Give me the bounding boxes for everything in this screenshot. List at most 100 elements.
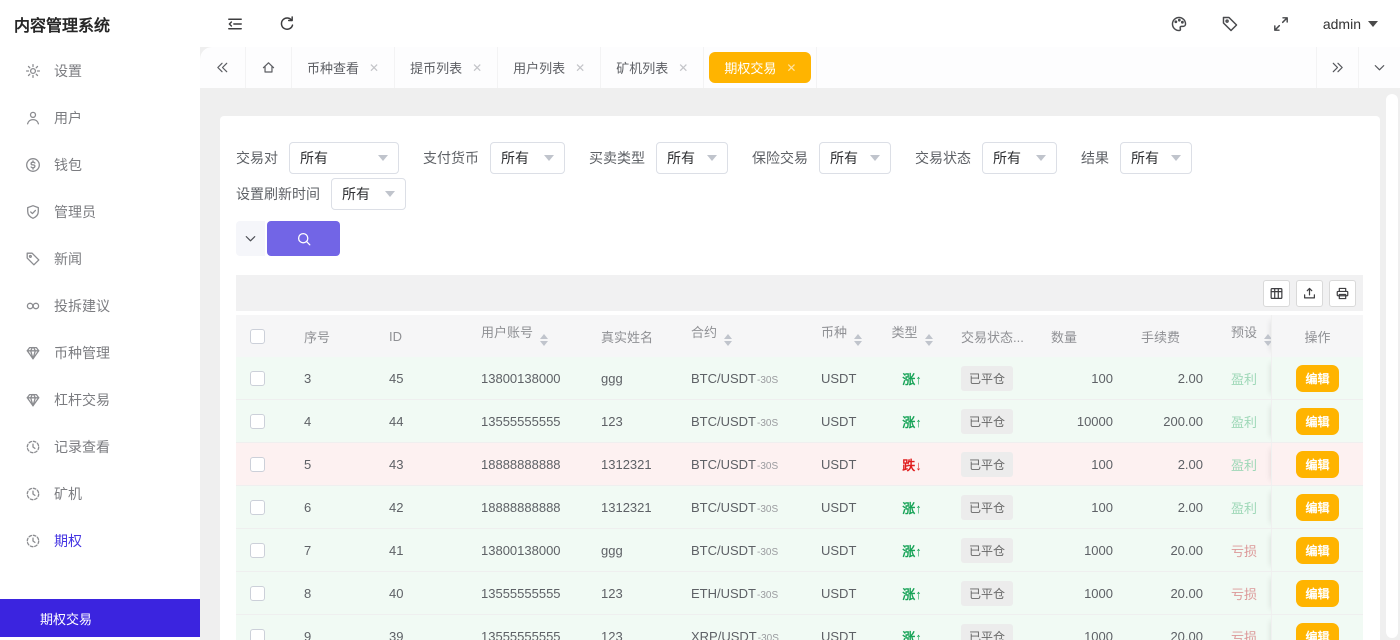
row-checkbox[interactable] <box>250 629 265 640</box>
tab[interactable]: 提币列表 ✕ <box>395 47 499 88</box>
sidebar-item[interactable]: 矿机 <box>0 470 200 517</box>
filter-group: 设置刷新时间 所有 <box>236 178 406 210</box>
type-cell: 涨↑ <box>877 529 947 572</box>
filter-group: 交易状态 所有 <box>915 142 1057 174</box>
sidebar-item[interactable]: 钱包 <box>0 141 200 188</box>
account-cell: 13555555555 <box>467 615 587 640</box>
row-checkbox[interactable] <box>250 457 265 473</box>
columns-button[interactable] <box>1263 279 1290 307</box>
tab[interactable]: 矿机列表 ✕ <box>601 47 705 88</box>
column-header[interactable]: 类型 <box>877 315 947 357</box>
filter-select[interactable]: 所有 <box>819 142 891 174</box>
history-icon <box>25 439 41 455</box>
preset-value: 盈利 <box>1231 500 1258 516</box>
close-icon[interactable]: ✕ <box>575 62 585 74</box>
column-header[interactable]: 币种 <box>807 315 877 357</box>
column-header[interactable]: 预设 <box>1217 315 1271 357</box>
column-header[interactable]: 合约 <box>677 315 807 357</box>
sidebar-item[interactable]: 管理员 <box>0 188 200 235</box>
edit-button[interactable]: 编辑 <box>1296 536 1339 564</box>
collapse-filters-button[interactable] <box>236 221 265 256</box>
print-button[interactable] <box>1329 279 1356 307</box>
row-checkbox[interactable] <box>250 371 265 387</box>
column-header-label: 手续费 <box>1141 329 1181 345</box>
close-icon[interactable]: ✕ <box>678 62 688 74</box>
close-icon[interactable]: ✕ <box>786 62 796 74</box>
select-all-checkbox[interactable] <box>250 329 265 345</box>
filter-select[interactable]: 所有 <box>331 178 406 210</box>
contract-pair: XRP/USDT <box>691 628 757 640</box>
type-cell: 涨↑ <box>877 400 947 443</box>
filter-select[interactable]: 所有 <box>656 142 728 174</box>
edit-button[interactable]: 编辑 <box>1296 493 1339 521</box>
tabs-dropdown-button[interactable] <box>1358 47 1400 88</box>
fee-cell: 2.00 <box>1127 357 1217 400</box>
preset-value: 盈利 <box>1231 414 1258 430</box>
filter-select-value: 所有 <box>1131 150 1159 166</box>
close-icon[interactable]: ✕ <box>369 62 379 74</box>
row-select-cell <box>236 486 290 529</box>
edit-button[interactable]: 编辑 <box>1296 364 1339 392</box>
filter-select[interactable]: 所有 <box>982 142 1057 174</box>
column-header: 数量 <box>1037 315 1127 357</box>
contract-pair: BTC/USDT <box>691 456 756 472</box>
seq-cell: 7 <box>290 529 375 572</box>
filter-select[interactable]: 所有 <box>289 142 399 174</box>
user-menu[interactable]: admin <box>1323 16 1378 32</box>
tag-icon[interactable] <box>1221 15 1239 33</box>
filter-select[interactable]: 所有 <box>490 142 565 174</box>
sidebar-item[interactable]: 币种管理 <box>0 329 200 376</box>
sidebar-item[interactable]: 新闻 <box>0 235 200 282</box>
tabs-scroll-right-button[interactable] <box>1316 47 1358 88</box>
sidebar-item[interactable]: 期权 <box>0 517 200 564</box>
edit-button[interactable]: 编辑 <box>1296 450 1339 478</box>
sort-icon[interactable] <box>724 330 733 350</box>
menu-fold-icon[interactable] <box>226 15 244 33</box>
sidebar-item[interactable]: 杠杆交易 <box>0 376 200 423</box>
export-button[interactable] <box>1296 279 1323 307</box>
select-all-header-cell <box>236 315 290 357</box>
refresh-icon[interactable] <box>278 15 296 33</box>
filter-select[interactable]: 所有 <box>1120 142 1192 174</box>
row-checkbox[interactable] <box>250 543 265 559</box>
row-checkbox[interactable] <box>250 586 265 602</box>
data-table-wrap: 序号 ID 用户账号 真实姓名 合约 币种 类型 交易状态... 数量 手续费 预设 操作 3 45 13… <box>236 315 1363 640</box>
sort-icon[interactable] <box>540 330 549 350</box>
sidebar-item[interactable]: 投拆建议 <box>0 282 200 329</box>
tabs-scroll-left-button[interactable] <box>200 47 246 88</box>
status-badge: 已平仓 <box>961 623 1014 640</box>
tab-pill[interactable]: 期权交易 ✕ <box>709 52 812 83</box>
tab[interactable]: 用户列表 ✕ <box>498 47 602 88</box>
sort-icon[interactable] <box>854 330 863 350</box>
vertical-scrollbar[interactable] <box>1386 94 1398 638</box>
tab-label: 币种查看 <box>307 61 360 76</box>
close-icon[interactable]: ✕ <box>472 62 482 74</box>
search-button[interactable] <box>267 221 340 256</box>
status-cell: 已平仓 <box>947 443 1037 486</box>
column-header[interactable]: 用户账号 <box>467 315 587 357</box>
tab-active[interactable]: 期权交易 ✕ <box>704 47 818 88</box>
row-checkbox[interactable] <box>250 500 265 516</box>
row-checkbox[interactable] <box>250 414 265 430</box>
sort-icon[interactable] <box>1264 330 1271 350</box>
fullscreen-icon[interactable] <box>1272 15 1290 33</box>
tab[interactable]: 币种查看 ✕ <box>292 47 396 88</box>
sidebar-subitem-option-trade[interactable]: 期权交易 <box>0 599 200 637</box>
filter-select-value: 所有 <box>993 150 1021 166</box>
palette-icon[interactable] <box>1170 15 1188 33</box>
status-badge: 已平仓 <box>961 365 1014 391</box>
caret-down-icon <box>707 155 717 166</box>
filter-label: 交易对 <box>236 150 278 166</box>
edit-button[interactable]: 编辑 <box>1296 622 1339 640</box>
sidebar-item[interactable]: 记录查看 <box>0 423 200 470</box>
sidebar-subitem-label: 期权交易 <box>40 611 93 627</box>
sort-icon[interactable] <box>924 330 933 350</box>
home-tab-button[interactable] <box>246 47 292 88</box>
status-cell: 已平仓 <box>947 400 1037 443</box>
sidebar-item[interactable]: 用户 <box>0 94 200 141</box>
column-header-label: 操作 <box>1304 329 1331 345</box>
sidebar-item[interactable]: 设置 <box>0 47 200 94</box>
sidebar-item-label: 杠杆交易 <box>54 391 110 408</box>
edit-button[interactable]: 编辑 <box>1296 579 1339 607</box>
edit-button[interactable]: 编辑 <box>1296 407 1339 435</box>
